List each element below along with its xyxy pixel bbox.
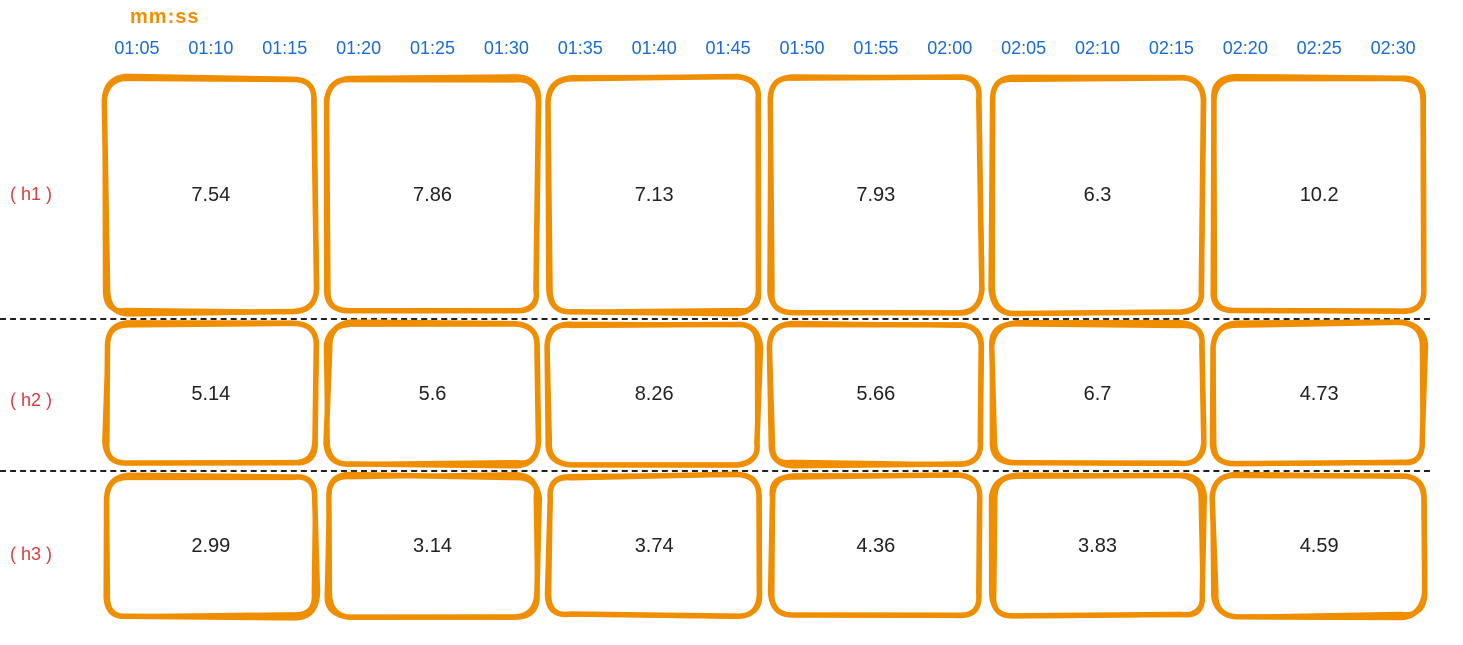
cell-value: 5.6: [419, 383, 447, 406]
time-tick: 01:15: [248, 38, 322, 66]
time-tick: 01:50: [765, 38, 839, 66]
cell-value: 7.13: [635, 184, 674, 207]
cell: 5.6: [322, 318, 544, 470]
cell-value: 3.14: [413, 535, 452, 558]
cell: 7.93: [765, 72, 987, 318]
row-label-h2: ( h2 ): [10, 390, 52, 411]
cell: 3.83: [987, 470, 1209, 622]
time-tick: 01:55: [839, 38, 913, 66]
chart-grid: 7.54 7.86 7.13 7.93 6.3 10.2 5.14 5.6 8.26 5.66 6.…: [100, 72, 1430, 622]
cell: 10.2: [1208, 72, 1430, 318]
time-tick: 02:05: [987, 38, 1061, 66]
cell-value: 4.73: [1300, 383, 1339, 406]
cell-value: 10.2: [1300, 184, 1339, 207]
cell-value: 7.93: [856, 184, 895, 207]
cell-value: 2.99: [191, 535, 230, 558]
time-tick: 02:00: [913, 38, 987, 66]
cell: 7.13: [543, 72, 765, 318]
cell-value: 7.86: [413, 184, 452, 207]
cell-value: 3.74: [635, 535, 674, 558]
cell: 6.7: [987, 318, 1209, 470]
cell-value: 3.83: [1078, 535, 1117, 558]
chart-title: mm:ss: [130, 6, 199, 29]
cell: 7.86: [322, 72, 544, 318]
cell: 2.99: [100, 470, 322, 622]
cell: 4.36: [765, 470, 987, 622]
cell: 5.66: [765, 318, 987, 470]
cell-value: 4.36: [856, 535, 895, 558]
cell-value: 4.59: [1300, 535, 1339, 558]
time-tick: 02:30: [1356, 38, 1430, 66]
time-tick: 02:15: [1134, 38, 1208, 66]
cell: 4.59: [1208, 470, 1430, 622]
cell: 8.26: [543, 318, 765, 470]
time-tick: 01:35: [543, 38, 617, 66]
cell: 4.73: [1208, 318, 1430, 470]
time-tick: 01:05: [100, 38, 174, 66]
row-label-h1: ( h1 ): [10, 184, 52, 205]
cell: 7.54: [100, 72, 322, 318]
cell: 5.14: [100, 318, 322, 470]
cell: 3.14: [322, 470, 544, 622]
time-tick: 02:10: [1061, 38, 1135, 66]
cell-value: 6.3: [1084, 184, 1112, 207]
cell-value: 6.7: [1084, 383, 1112, 406]
time-tick: 01:30: [469, 38, 543, 66]
row-label-h3: ( h3 ): [10, 544, 52, 565]
cell-value: 8.26: [635, 383, 674, 406]
time-tick: 01:45: [691, 38, 765, 66]
time-tick: 02:20: [1208, 38, 1282, 66]
time-tick: 02:25: [1282, 38, 1356, 66]
time-tick: 01:10: [174, 38, 248, 66]
time-tick: 01:40: [617, 38, 691, 66]
time-tick: 01:20: [322, 38, 396, 66]
cell: 3.74: [543, 470, 765, 622]
time-tick: 01:25: [396, 38, 470, 66]
chart-root: mm:ss 01:0501:1001:1501:2001:2501:3001:3…: [0, 0, 1463, 645]
cell-value: 5.14: [191, 383, 230, 406]
cell-value: 7.54: [191, 184, 230, 207]
cell-value: 5.66: [856, 383, 895, 406]
cell: 6.3: [987, 72, 1209, 318]
time-axis: 01:0501:1001:1501:2001:2501:3001:3501:40…: [100, 38, 1430, 66]
